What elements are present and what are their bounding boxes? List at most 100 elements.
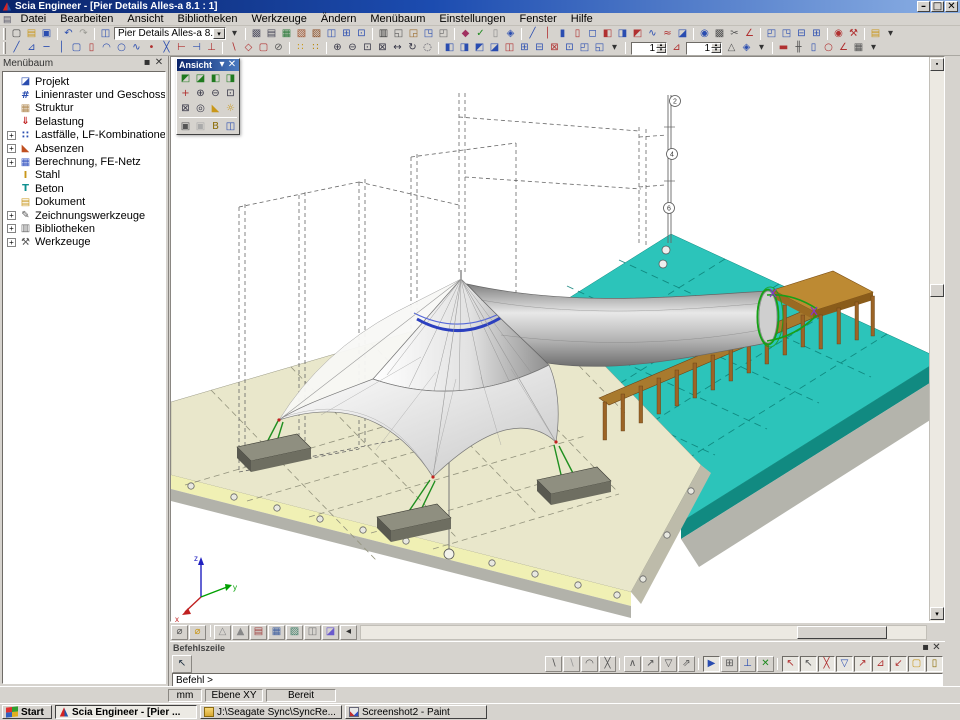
save-view-icon[interactable]: ▣: [178, 119, 193, 134]
gallery-icon[interactable]: ◲: [406, 27, 421, 41]
tree-item-lastfaelle[interactable]: +∷Lastfälle, LF-Kombinationen: [4, 129, 164, 142]
snap-near-icon[interactable]: ⇗: [678, 656, 695, 672]
start-button[interactable]: Start: [2, 705, 52, 719]
named-view-icon[interactable]: ◱: [592, 41, 607, 55]
vscroll-thumb[interactable]: [930, 284, 944, 297]
storey-spinner-buttons[interactable]: ▴▾: [656, 43, 666, 53]
view-bottom-icon[interactable]: ⊞: [517, 41, 532, 55]
node-icon[interactable]: •: [144, 41, 159, 55]
copy-window-icon[interactable]: ◰: [764, 27, 779, 41]
spin-down-icon[interactable]: ▾: [711, 48, 721, 53]
camera-view-icon[interactable]: ⊡: [562, 41, 577, 55]
snap-orthogonal-icon[interactable]: ▽: [836, 656, 853, 672]
wall-panel-icon[interactable]: ▯: [84, 41, 99, 55]
hscroll-thumb[interactable]: [797, 626, 887, 639]
zoom-out-icon[interactable]: ⊖: [345, 41, 360, 55]
taskbar-task[interactable]: Screenshot2 - Paint: [345, 705, 487, 719]
view-top-icon[interactable]: ◫: [502, 41, 517, 55]
tab-window-icon[interactable]: ◫: [304, 625, 321, 640]
extend-icon[interactable]: ⊣: [189, 41, 204, 55]
taskbar-task[interactable]: Scia Engineer - [Pier ...: [55, 705, 197, 719]
menubaum-header[interactable]: Menübaum ▪✕: [0, 56, 168, 70]
snap-off-icon[interactable]: ╳: [599, 656, 616, 672]
snap-line-icon[interactable]: ∖: [545, 656, 562, 672]
slab-icon[interactable]: ▢: [69, 41, 84, 55]
b-mode-icon[interactable]: B: [208, 119, 223, 134]
ansicht-palette-title[interactable]: Ansicht ▾✕: [177, 59, 239, 71]
cross-section-icon[interactable]: ◪: [675, 27, 690, 41]
scale-more-icon[interactable]: ▾: [754, 41, 769, 55]
report-icon[interactable]: ◳: [421, 27, 436, 41]
select-polygon-icon[interactable]: ◇: [241, 41, 256, 55]
plate-icon[interactable]: ▮: [555, 27, 570, 41]
rib-icon[interactable]: ◧: [600, 27, 615, 41]
member-1d-icon[interactable]: ╱: [9, 41, 24, 55]
view-xy-icon[interactable]: ◨: [223, 71, 238, 86]
expand-icon[interactable]: +: [7, 224, 16, 233]
shading-icon[interactable]: ◣: [208, 101, 223, 116]
undo-icon[interactable]: ↶: [61, 27, 76, 41]
scale-spinner[interactable]: 1 ▴▾: [686, 42, 722, 55]
cmd-close-icon[interactable]: ✕: [931, 643, 942, 653]
tab-layers-icon[interactable]: ▦: [268, 625, 285, 640]
raster-icon[interactable]: ▦: [851, 41, 866, 55]
tab-graph-icon[interactable]: ▲: [232, 625, 249, 640]
expand-icon[interactable]: +: [7, 238, 16, 247]
scale-up-icon[interactable]: △: [724, 41, 739, 55]
opening-icon[interactable]: ◻: [585, 27, 600, 41]
trim-icon[interactable]: ⊢: [174, 41, 189, 55]
vertical-scrollbar[interactable]: ▪ ▾: [929, 57, 944, 621]
maximize-button[interactable]: □: [931, 1, 944, 12]
scale-spinner-buttons[interactable]: ▴▾: [711, 43, 721, 53]
calculator-icon[interactable]: ◆: [458, 27, 473, 41]
befehlszeile-header[interactable]: Befehlszeile ▪✕: [170, 642, 945, 654]
view-yz-icon[interactable]: ◧: [208, 71, 223, 86]
tab-solid-icon[interactable]: ▨: [286, 625, 303, 640]
toolbar-grip[interactable]: [3, 28, 6, 40]
intersection-icon[interactable]: ╳: [159, 41, 174, 55]
snap-arc-center-icon[interactable]: ⊿: [872, 656, 889, 672]
close-window-icon[interactable]: ◫: [98, 27, 113, 41]
document-window-icon[interactable]: ▤: [3, 14, 12, 25]
picture-gallery-icon[interactable]: ▦: [279, 27, 294, 41]
menu-datei[interactable]: Datei: [14, 13, 54, 26]
cut-icon[interactable]: ✂: [727, 27, 742, 41]
saved-view-icon[interactable]: ◰: [577, 41, 592, 55]
page-more-icon[interactable]: ▾: [883, 27, 898, 41]
storey-icon[interactable]: ▯: [806, 41, 821, 55]
tree-item-werkzeuge[interactable]: +⚒Werkzeuge: [4, 236, 164, 249]
snap-clear-icon[interactable]: ▯: [926, 656, 943, 672]
dot-grid-snap-icon[interactable]: ⊞: [721, 656, 738, 672]
tree-item-dokument[interactable]: ▤Dokument: [4, 196, 164, 209]
info-icon[interactable]: ◈: [503, 27, 518, 41]
cmd-pin-icon[interactable]: ▪: [920, 643, 931, 653]
menu-ansicht[interactable]: Ansicht: [120, 13, 170, 26]
select-window-icon[interactable]: ▢: [256, 41, 271, 55]
view-axo-icon[interactable]: ◩: [178, 71, 193, 86]
snap-tangent-icon[interactable]: ↗: [854, 656, 871, 672]
tree-item-beton[interactable]: TBeton: [4, 182, 164, 195]
menu-bibliotheken[interactable]: Bibliotheken: [171, 13, 245, 26]
cable-icon[interactable]: ∿: [645, 27, 660, 41]
cursor-snap-icon[interactable]: ▶: [703, 656, 720, 672]
document-icon[interactable]: ▨: [309, 27, 324, 41]
panel-close-icon[interactable]: ✕: [153, 58, 165, 69]
snap-box-icon[interactable]: ▢: [908, 656, 925, 672]
circle-grid-icon[interactable]: ○: [821, 41, 836, 55]
clipboard-icon[interactable]: ▯: [488, 27, 503, 41]
orbit-icon[interactable]: ↻: [405, 41, 420, 55]
beam-icon[interactable]: ╱: [525, 27, 540, 41]
restore-view-icon[interactable]: ▣: [193, 119, 208, 134]
preview-icon[interactable]: ⊡: [354, 27, 369, 41]
tree-item-berechnung[interactable]: +▦Berechnung, FE-Netz: [4, 155, 164, 168]
menu-ndern[interactable]: Ändern: [314, 13, 363, 26]
tab-scroll-left-icon[interactable]: ◂: [340, 625, 357, 640]
snap-arc-icon[interactable]: ◠: [581, 656, 598, 672]
combo-history-icon[interactable]: ▾: [227, 27, 242, 41]
visibility-icon[interactable]: ◉: [697, 27, 712, 41]
expand-icon[interactable]: +: [7, 211, 16, 220]
layout-icon[interactable]: ◫: [324, 27, 339, 41]
grid-more-icon[interactable]: ▾: [866, 41, 881, 55]
column-icon[interactable]: │: [540, 27, 555, 41]
menu-fenster[interactable]: Fenster: [512, 13, 563, 26]
